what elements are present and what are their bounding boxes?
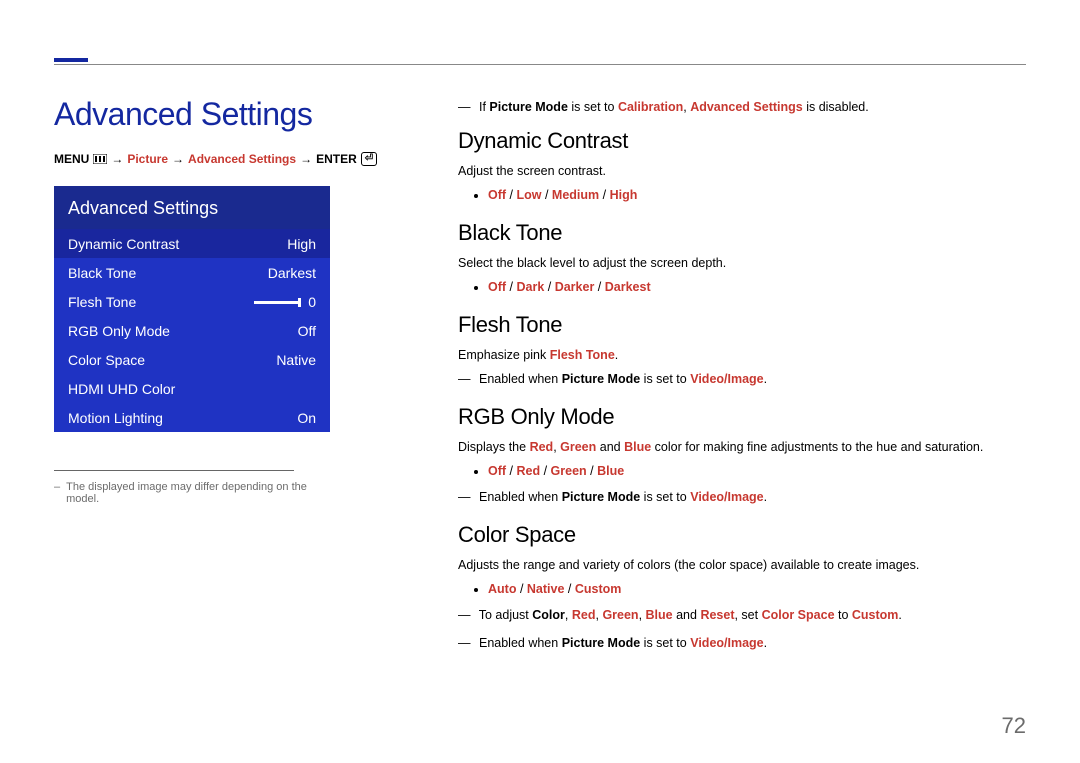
option-line: Auto / Native / Custom [488, 580, 1026, 598]
section-desc: Select the black level to adjust the scr… [458, 254, 1026, 272]
menu-row-value: High [287, 236, 316, 252]
menu-row-label: Motion Lighting [68, 410, 163, 426]
breadcrumb: MENU → Picture → Advanced Settings → ENT… [54, 152, 377, 166]
breadcrumb-picture: Picture [127, 152, 168, 166]
menu-row-value: Native [276, 352, 316, 368]
footnote-text: The displayed image may differ depending… [66, 481, 330, 505]
header-accent-mark [54, 58, 88, 62]
menu-preview-panel: Advanced Settings Dynamic Contrast High … [54, 186, 330, 505]
menu-row-rgb-only[interactable]: RGB Only Mode Off [54, 316, 330, 345]
sub-note: To adjust Color, Red, Green, Blue and Re… [458, 606, 1026, 624]
footnote: – The displayed image may differ dependi… [54, 481, 330, 505]
breadcrumb-menu-label: MENU [54, 152, 89, 166]
footnote-dash: – [54, 481, 60, 505]
page-number: 72 [1002, 713, 1026, 739]
option-line: Off / Low / Medium / High [488, 186, 1026, 204]
option-list: Off / Low / Medium / High [488, 186, 1026, 204]
section-heading-rgb-only: RGB Only Mode [458, 404, 1026, 430]
arrow-icon: → [111, 152, 123, 166]
section-desc: Displays the Red, Green and Blue color f… [458, 438, 1026, 456]
menu-row-color-space[interactable]: Color Space Native [54, 345, 330, 374]
section-heading-flesh-tone: Flesh Tone [458, 312, 1026, 338]
header-rule [54, 64, 1026, 65]
section-desc: Adjust the screen contrast. [458, 162, 1026, 180]
menu-body: Dynamic Contrast High Black Tone Darkest… [54, 229, 330, 432]
section-heading-dynamic-contrast: Dynamic Contrast [458, 128, 1026, 154]
menu-row-value: Off [298, 323, 316, 339]
menu-row-label: Color Space [68, 352, 145, 368]
menu-icon [93, 154, 107, 164]
option-line: Off / Red / Green / Blue [488, 462, 1026, 480]
arrow-icon: → [172, 152, 184, 166]
sub-note: Enabled when Picture Mode is set to Vide… [458, 488, 1026, 506]
section-desc: Emphasize pink Flesh Tone. [458, 346, 1026, 364]
menu-row-value: 0 [254, 294, 316, 310]
option-line: Off / Dark / Darker / Darkest [488, 278, 1026, 296]
breadcrumb-enter-label: ENTER [316, 152, 357, 166]
menu-row-dynamic-contrast[interactable]: Dynamic Contrast High [54, 229, 330, 258]
menu-row-label: RGB Only Mode [68, 323, 170, 339]
option-list: Auto / Native / Custom [488, 580, 1026, 598]
slider-icon [254, 301, 300, 304]
sub-note: Enabled when Picture Mode is set to Vide… [458, 370, 1026, 388]
menu-row-label: Black Tone [68, 265, 136, 281]
menu-row-black-tone[interactable]: Black Tone Darkest [54, 258, 330, 287]
menu-row-label: HDMI UHD Color [68, 381, 175, 397]
menu-row-value: Darkest [268, 265, 316, 281]
page-title: Advanced Settings [54, 96, 312, 133]
menu-row-label: Dynamic Contrast [68, 236, 179, 252]
option-list: Off / Red / Green / Blue [488, 462, 1026, 480]
menu-row-label: Flesh Tone [68, 294, 136, 310]
arrow-icon: → [300, 152, 312, 166]
menu-row-value: On [297, 410, 316, 426]
menu-row-hdmi-uhd[interactable]: HDMI UHD Color [54, 374, 330, 403]
footnote-rule [54, 470, 294, 471]
option-list: Off / Dark / Darker / Darkest [488, 278, 1026, 296]
content-column: If Picture Mode is set to Calibration, A… [458, 98, 1026, 662]
section-desc: Adjusts the range and variety of colors … [458, 556, 1026, 574]
top-note: If Picture Mode is set to Calibration, A… [458, 98, 1026, 116]
section-heading-color-space: Color Space [458, 522, 1026, 548]
enter-icon: ⏎ [361, 152, 377, 166]
breadcrumb-advanced-settings: Advanced Settings [188, 152, 296, 166]
menu-row-motion-lighting[interactable]: Motion Lighting On [54, 403, 330, 432]
sub-note: Enabled when Picture Mode is set to Vide… [458, 634, 1026, 652]
section-heading-black-tone: Black Tone [458, 220, 1026, 246]
menu-row-flesh-tone[interactable]: Flesh Tone 0 [54, 287, 330, 316]
menu-header: Advanced Settings [54, 186, 330, 229]
